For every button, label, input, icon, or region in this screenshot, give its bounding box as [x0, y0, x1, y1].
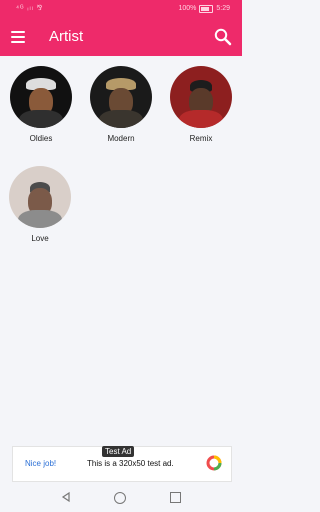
- artist-avatar: [170, 66, 232, 128]
- search-icon[interactable]: [214, 28, 232, 46]
- ad-text: This is a 320x50 test ad.: [87, 459, 174, 468]
- artist-label: Modern: [107, 134, 135, 143]
- back-icon[interactable]: [60, 491, 72, 503]
- menu-icon[interactable]: [11, 31, 25, 43]
- status-time: 5:29: [216, 5, 230, 12]
- recent-apps-icon[interactable]: [170, 492, 181, 503]
- artist-label: Love: [31, 234, 49, 243]
- ad-left-text: Nice job!: [25, 459, 57, 468]
- status-right: 100% 5:29: [178, 0, 230, 18]
- app-bar: Artist: [0, 18, 242, 56]
- ad-choice-icon[interactable]: [206, 455, 222, 471]
- artist-avatar: [90, 66, 152, 128]
- ad-tag: Test Ad: [102, 446, 135, 457]
- artist-item-modern[interactable]: Modern: [81, 66, 161, 143]
- artist-avatar: [10, 66, 72, 128]
- artist-label: Remix: [189, 134, 213, 143]
- status-bar: ⁴ᴳ ᵢₗₗ ⅋ 100% 5:29: [0, 0, 242, 18]
- status-signal: ⁴ᴳ ᵢₗₗ ⅋: [16, 5, 44, 12]
- battery-percent: 100%: [178, 5, 197, 12]
- artist-avatar: [9, 166, 71, 228]
- artist-item-love[interactable]: Love: [0, 166, 80, 243]
- navigation-bar: [0, 484, 242, 512]
- artist-item-remix[interactable]: Remix: [161, 66, 241, 143]
- home-icon[interactable]: [114, 492, 126, 504]
- battery-icon: [199, 5, 214, 13]
- artist-label: Oldies: [29, 134, 53, 143]
- artist-item-oldies[interactable]: Oldies: [1, 66, 81, 143]
- page-title: Artist: [49, 28, 84, 45]
